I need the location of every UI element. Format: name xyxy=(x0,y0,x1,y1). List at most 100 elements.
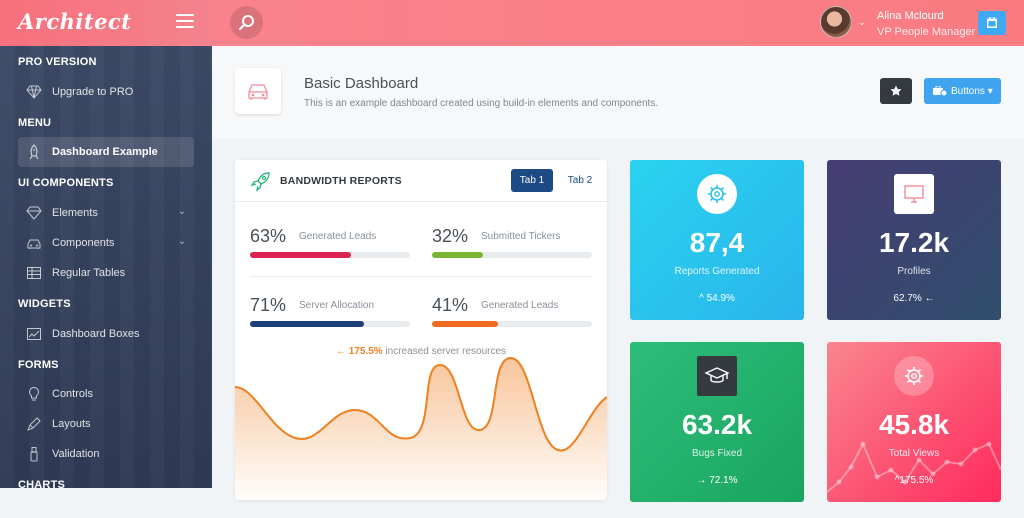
progress-fill xyxy=(432,321,498,327)
car-icon xyxy=(248,84,268,100)
stat-value: 17.2k xyxy=(878,227,950,258)
arrow-right-icon: → xyxy=(696,475,707,486)
sidebar-item-upgrade[interactable]: Upgrade to PRO xyxy=(18,77,194,107)
sidebar-item-elements[interactable]: Elements ⌄ xyxy=(18,198,194,228)
buttons-label: Buttons ▾ xyxy=(951,86,993,97)
avatar[interactable] xyxy=(820,6,852,38)
metric-label: Submitted Tickers xyxy=(481,231,561,242)
progress-track xyxy=(432,252,592,258)
stat-value: 87,4 xyxy=(689,227,745,258)
arrow-up-icon: ^ xyxy=(699,293,704,304)
card-header: BANDWIDTH REPORTS Tab 1 Tab 2 xyxy=(235,160,607,202)
metric-percent: 63% xyxy=(250,226,287,246)
stat-bugs-fixed: 63.2k Bugs Fixed → 72.1% xyxy=(630,342,804,502)
business-time-icon xyxy=(933,86,947,96)
metric-percent: 71% xyxy=(250,295,287,315)
progress-fill xyxy=(432,252,484,258)
stat-total-views: 45.8k Total Views ^175.5% xyxy=(827,342,1001,502)
bandwidth-area-chart xyxy=(235,356,607,500)
metric-label: Generated Leads xyxy=(299,231,377,242)
calendar-button[interactable] xyxy=(978,11,1006,35)
stat-profiles: 17.2k Profiles 62.7% ← xyxy=(827,160,1001,320)
sidebar-section-charts: CHARTS xyxy=(18,479,66,488)
sidebar-item-controls[interactable]: Controls xyxy=(18,379,194,409)
stat-reports-generated: 87,4 Reports Generated ^ 54.9% xyxy=(630,160,804,320)
chevron-down-icon[interactable]: ⌄ xyxy=(178,206,186,217)
rocket-icon xyxy=(29,144,39,160)
sidebar-section-widgets: WIDGETS xyxy=(18,298,71,310)
monitor-icon xyxy=(894,174,934,214)
sidebar-section-menu: MENU xyxy=(18,117,52,129)
stat-change: ^175.5% xyxy=(894,475,934,486)
pen-icon xyxy=(27,417,41,431)
sidebar-item-layouts[interactable]: Layouts xyxy=(18,409,194,439)
rocket-icon xyxy=(250,172,270,192)
progress-track xyxy=(432,321,592,327)
bandwidth-reports-card: BANDWIDTH REPORTS Tab 1 Tab 2 63% Genera… xyxy=(235,160,607,500)
arrow-left-icon: ← xyxy=(924,293,935,304)
stat-value: 63.2k xyxy=(681,409,753,440)
buttons-dropdown[interactable]: Buttons ▾ xyxy=(924,78,1001,104)
sidebar-item-label: Dashboard Boxes xyxy=(52,328,140,340)
graduation-cap-icon xyxy=(697,356,737,396)
sidebar: PRO VERSION Upgrade to PRO MENU Dashboar… xyxy=(0,46,212,488)
divider xyxy=(250,276,592,277)
sidebar-item-regular-tables[interactable]: Regular Tables xyxy=(18,258,194,288)
card-title: BANDWIDTH REPORTS xyxy=(280,175,402,187)
stat-label: Reports Generated xyxy=(674,266,760,277)
sidebar-item-label: Components xyxy=(52,237,115,249)
chevron-down-icon[interactable]: ⌄ xyxy=(178,236,186,247)
stat-label: Total Views xyxy=(888,448,940,459)
hamburger-menu-icon[interactable] xyxy=(176,14,194,28)
chart-icon xyxy=(27,328,41,340)
user-name: Alina Mclourd xyxy=(877,10,944,22)
favorite-button[interactable] xyxy=(880,78,912,104)
tab-1[interactable]: Tab 1 xyxy=(511,169,553,192)
diamond-icon xyxy=(26,85,42,99)
metric-label: Server Allocation xyxy=(299,300,375,311)
diamond-icon xyxy=(26,206,42,220)
sidebar-item-dashboard-boxes[interactable]: Dashboard Boxes xyxy=(18,319,194,349)
sidebar-item-validation[interactable]: Validation xyxy=(18,439,194,469)
sidebar-item-dashboard-example[interactable]: Dashboard Example xyxy=(18,137,194,167)
lightbulb-icon xyxy=(29,386,39,401)
app-logo[interactable]: Architect xyxy=(18,9,131,34)
sidebar-item-label: Elements xyxy=(52,207,98,219)
stat-label: Bugs Fixed xyxy=(691,448,743,459)
sidebar-item-label: Regular Tables xyxy=(52,267,126,279)
sidebar-item-label: Layouts xyxy=(52,418,91,430)
stat-change: 62.7% ← xyxy=(893,293,935,304)
metric-percent: 32% xyxy=(432,226,469,246)
gear-icon xyxy=(894,356,934,396)
page-icon xyxy=(235,68,281,114)
sidebar-item-components[interactable]: Components ⌄ xyxy=(18,228,194,258)
search-icon xyxy=(238,15,254,31)
sidebar-section-ui-components: UI COMPONENTS xyxy=(18,177,114,189)
sidebar-item-label: Dashboard Example xyxy=(52,146,158,158)
progress-track xyxy=(250,252,410,258)
page-title: Basic Dashboard xyxy=(304,75,419,92)
gear-icon xyxy=(697,174,737,214)
user-role: VP People Manager xyxy=(877,26,976,38)
car-icon xyxy=(27,239,41,249)
sidebar-section-forms: FORMS xyxy=(18,359,59,371)
star-icon xyxy=(890,85,902,96)
search-button[interactable] xyxy=(230,6,263,39)
table-icon xyxy=(27,267,41,279)
chevron-down-icon[interactable]: ⌄ xyxy=(858,17,866,28)
tab-2[interactable]: Tab 2 xyxy=(559,169,601,192)
logo-area: Architect xyxy=(0,0,212,46)
stat-value: 45.8k xyxy=(878,409,950,440)
progress-fill xyxy=(250,252,351,258)
stat-change: → 72.1% xyxy=(696,475,738,486)
metric-label: Generated Leads xyxy=(481,300,559,311)
sidebar-section-pro: PRO VERSION xyxy=(18,56,97,68)
sidebar-item-label: Validation xyxy=(52,448,100,460)
page-subtitle: This is an example dashboard created usi… xyxy=(304,98,659,109)
progress-fill xyxy=(250,321,364,327)
sidebar-item-label: Upgrade to PRO xyxy=(52,86,134,98)
sidebar-item-label: Controls xyxy=(52,388,93,400)
usb-icon xyxy=(30,447,38,462)
stat-label: Profiles xyxy=(897,266,931,277)
progress-track xyxy=(250,321,410,327)
